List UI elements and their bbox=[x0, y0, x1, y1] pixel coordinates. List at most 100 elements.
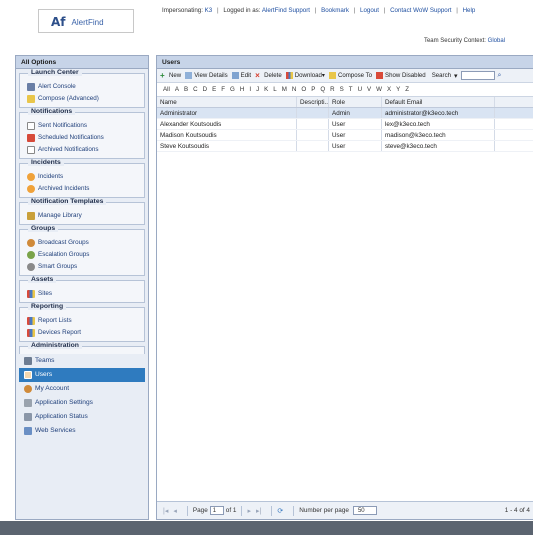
page-of-label: of 1 bbox=[225, 507, 237, 514]
sidebar-item-archived-incidents[interactable]: Archived Incidents bbox=[22, 183, 142, 195]
impersonating-label: Impersonating: bbox=[162, 7, 203, 14]
delete-icon: × bbox=[255, 71, 260, 80]
alpha-filter-letter[interactable]: W bbox=[376, 86, 382, 93]
help-link[interactable]: Help bbox=[463, 7, 476, 14]
sidebar-item-devices-report[interactable]: Devices Report bbox=[22, 327, 142, 339]
sidebar-item-my-account[interactable]: My Account bbox=[19, 382, 145, 396]
alpha-filter-letter[interactable]: X bbox=[387, 86, 391, 93]
prev-page-icon[interactable]: ◂ bbox=[173, 507, 177, 515]
sidebar-item-report-lists[interactable]: Report Lists bbox=[22, 315, 142, 327]
users-panel: Users + New View Details Edit × Delete Dow… bbox=[156, 55, 533, 520]
delete-button[interactable]: × Delete bbox=[255, 71, 282, 80]
alpha-filter-letter[interactable]: S bbox=[340, 86, 344, 93]
alpha-filter-letter[interactable]: M bbox=[282, 86, 287, 93]
sidebar-item-application-settings[interactable]: Application Settings bbox=[19, 396, 145, 410]
alpha-filter-letter[interactable]: Z bbox=[405, 86, 409, 93]
column-default-email[interactable]: Default Email bbox=[382, 97, 495, 107]
alpha-filter-letter[interactable]: E bbox=[212, 86, 216, 93]
new-button[interactable]: + New bbox=[160, 72, 181, 80]
alpha-filter-letter[interactable]: A bbox=[175, 86, 179, 93]
alpha-filter-letter[interactable]: Q bbox=[320, 86, 325, 93]
per-page-input[interactable]: 50 bbox=[352, 506, 377, 515]
alpha-filter-letter[interactable]: V bbox=[367, 86, 371, 93]
group-groups: Groups Broadcast Groups Escalation Group… bbox=[19, 225, 145, 276]
sidebar-item-compose-advanced[interactable]: Compose (Advanced) bbox=[22, 93, 142, 105]
sidebar-item-archived-notifications[interactable]: Archived Notifications bbox=[22, 144, 142, 156]
contact-support-link[interactable]: Contact WoW Support bbox=[390, 7, 451, 14]
alpha-filter-letter[interactable]: C bbox=[193, 86, 197, 93]
alertfind-logo[interactable]: Af AlertFind bbox=[38, 9, 134, 33]
sidebar-item-scheduled-notifications[interactable]: Scheduled Notifications bbox=[22, 132, 142, 144]
logout-link[interactable]: Logout bbox=[360, 7, 379, 14]
alpha-filter-letter[interactable]: N bbox=[292, 86, 296, 93]
sidebar-item-label: Application Settings bbox=[35, 399, 93, 406]
search-icon[interactable]: ⌕ bbox=[498, 72, 502, 80]
search-input[interactable] bbox=[460, 71, 495, 80]
last-page-icon[interactable]: ▸| bbox=[256, 507, 261, 515]
alpha-filter-letter[interactable]: O bbox=[301, 86, 306, 93]
group-legend: Groups bbox=[28, 225, 59, 232]
alpha-filter-letter[interactable]: I bbox=[249, 86, 251, 93]
sidebar-item-sent-notifications[interactable]: Sent Notifications bbox=[22, 120, 142, 132]
alpha-filter-letter[interactable]: G bbox=[230, 86, 235, 93]
wrench-icon bbox=[24, 399, 32, 407]
table-row[interactable]: Madison Koutsoudis User madison@k3eco.te… bbox=[157, 130, 533, 141]
sidebar-item-web-services[interactable]: Web Services bbox=[19, 424, 145, 438]
column-description[interactable]: Descripti... bbox=[297, 97, 329, 107]
sidebar-item-broadcast-groups[interactable]: Broadcast Groups bbox=[22, 237, 142, 249]
alpha-filter-letter[interactable]: B bbox=[184, 86, 188, 93]
sidebar-item-alert-console[interactable]: Alert Console bbox=[22, 81, 142, 93]
sidebar-item-escalation-groups[interactable]: Escalation Groups bbox=[22, 249, 142, 261]
compose-to-button[interactable]: Compose To bbox=[328, 72, 372, 79]
first-page-icon[interactable]: |◂ bbox=[163, 507, 168, 515]
sidebar-item-users[interactable]: Users bbox=[19, 368, 145, 382]
delete-label: Delete bbox=[264, 72, 282, 79]
cell-role: Admin bbox=[329, 108, 382, 118]
impersonating-value[interactable]: K3 bbox=[205, 7, 213, 14]
alpha-filter-all[interactable]: All bbox=[163, 86, 170, 93]
table-row[interactable]: Steve Koutsoudis User steve@k3eco.tech bbox=[157, 141, 533, 152]
download-button[interactable]: Download ▾ bbox=[285, 72, 325, 79]
team-context-value[interactable]: Global bbox=[488, 38, 505, 44]
bookmark-link[interactable]: Bookmark bbox=[321, 7, 349, 14]
alpha-filter-letter[interactable]: F bbox=[221, 86, 225, 93]
panel-title: Users bbox=[157, 56, 533, 69]
edit-icon bbox=[231, 72, 239, 79]
view-details-button[interactable]: View Details bbox=[185, 72, 228, 79]
sidebar-item-teams[interactable]: Teams bbox=[19, 354, 145, 368]
sidebar-item-label: My Account bbox=[35, 385, 70, 392]
sidebar-item-smart-groups[interactable]: Smart Groups bbox=[22, 261, 142, 273]
alpha-filter-letter[interactable]: K bbox=[264, 86, 268, 93]
alpha-filter-letter[interactable]: R bbox=[330, 86, 334, 93]
sidebar-item-sites[interactable]: Sites bbox=[22, 288, 142, 300]
alpha-filter-letter[interactable]: P bbox=[311, 86, 315, 93]
refresh-icon[interactable]: ⟳ bbox=[277, 507, 283, 515]
column-name[interactable]: Name bbox=[157, 97, 297, 107]
alpha-filter-letter[interactable]: U bbox=[358, 86, 362, 93]
column-role[interactable]: Role bbox=[329, 97, 382, 107]
next-page-icon[interactable]: ▸ bbox=[247, 507, 251, 515]
edit-button[interactable]: Edit bbox=[231, 72, 251, 79]
table-row[interactable]: Alexander Koutsoudis User lex@k3eco.tech bbox=[157, 119, 533, 130]
alpha-filter-letter[interactable]: H bbox=[240, 86, 244, 93]
sidebar-item-label: Smart Groups bbox=[38, 263, 78, 270]
alpha-filter-letter[interactable]: D bbox=[203, 86, 207, 93]
alpha-filter-letter[interactable]: T bbox=[349, 86, 353, 93]
sidebar-item-incidents[interactable]: Incidents bbox=[22, 171, 142, 183]
sidebar-item-application-status[interactable]: Application Status bbox=[19, 410, 145, 424]
search-label[interactable]: Search bbox=[432, 72, 451, 79]
app-header: Af AlertFind Impersonating: K3 | Logged … bbox=[0, 0, 533, 55]
show-disabled-label: Show Disabled bbox=[385, 72, 426, 79]
show-disabled-button[interactable]: Show Disabled bbox=[376, 72, 426, 79]
cell-role: User bbox=[329, 119, 382, 129]
table-row[interactable]: Administrator Admin administrator@k3eco.… bbox=[157, 108, 533, 119]
logged-in-user-link[interactable]: AlertFind Support bbox=[262, 7, 310, 14]
page-input[interactable]: 1 bbox=[209, 506, 224, 515]
toolbar: + New View Details Edit × Delete Download ▾… bbox=[157, 69, 533, 83]
alpha-filter-letter[interactable]: J bbox=[256, 86, 259, 93]
group-notifications: Notifications Sent Notifications Schedul… bbox=[19, 108, 145, 159]
sidebar-item-manage-library[interactable]: Manage Library bbox=[22, 210, 142, 222]
alpha-filter-letter[interactable]: Y bbox=[396, 86, 400, 93]
cell-description bbox=[297, 119, 329, 129]
alpha-filter-letter[interactable]: L bbox=[273, 86, 276, 93]
